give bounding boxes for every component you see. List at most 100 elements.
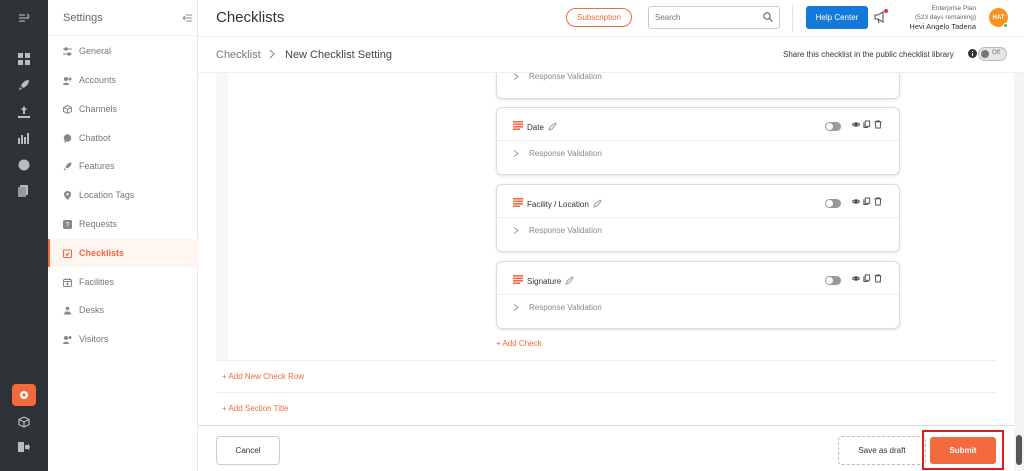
rocket-nav-icon[interactable]: [12, 75, 36, 95]
eye-icon[interactable]: [852, 120, 860, 129]
response-validation-label: Response Validation: [529, 149, 602, 158]
sidebar-item-channels[interactable]: Channels: [48, 95, 198, 123]
toggle-knob: [826, 123, 833, 130]
breadcrumb-current: New Checklist Setting: [285, 49, 392, 61]
cancel-button[interactable]: Cancel: [216, 436, 280, 465]
check-card-header: Facility / Location: [497, 185, 899, 218]
submit-button[interactable]: Submit: [930, 437, 996, 464]
check-card-signature: Signature Response Validation: [496, 261, 900, 329]
sidebar-item-checklists[interactable]: Checklists: [48, 239, 198, 267]
chevron-right-icon: [269, 49, 275, 59]
add-section-title-button[interactable]: + Add Section Title: [222, 404, 289, 413]
check-card-header: Date: [497, 108, 899, 141]
settings-sidebar: Settings General Accounts Channels Chatb…: [48, 0, 198, 471]
sidebar-item-general[interactable]: General: [48, 37, 198, 65]
breadcrumb-parent[interactable]: Checklist: [216, 49, 261, 61]
sidebar-item-label: Visitors: [79, 334, 109, 344]
response-validation-toggle[interactable]: Response Validation: [513, 226, 602, 235]
help-center-button[interactable]: Help Center: [806, 6, 868, 29]
sidebar-item-label: Accounts: [79, 75, 117, 85]
sidebar-item-label: Requests: [79, 219, 118, 229]
dashboard-icon[interactable]: [12, 49, 36, 69]
header-divider: [792, 4, 793, 33]
logout-icon[interactable]: [12, 437, 36, 457]
required-toggle[interactable]: [825, 199, 841, 208]
share-library-toggle[interactable]: Off: [978, 47, 1007, 61]
eye-icon[interactable]: [852, 274, 860, 283]
sidebar-item-label: Desks: [79, 305, 105, 315]
drag-handle-icon[interactable]: [513, 198, 523, 207]
plan-name: Enterprise Plan: [931, 5, 976, 12]
edit-pencil-icon[interactable]: [565, 276, 575, 285]
plan-remaining: (523 days remaining): [914, 14, 976, 21]
drag-handle-icon[interactable]: [513, 121, 523, 130]
analytics-icon[interactable]: [12, 128, 36, 148]
chevron-right-icon: [513, 73, 519, 80]
row-divider: [216, 392, 996, 393]
save-draft-button[interactable]: Save as draft: [838, 436, 926, 465]
app-rail: [0, 0, 48, 471]
sidebar-item-chatbot[interactable]: Chatbot: [48, 124, 198, 152]
response-validation-label: Response Validation: [529, 73, 602, 81]
user-name: Hevi Angelo Tadena: [909, 22, 976, 31]
required-toggle[interactable]: [825, 276, 841, 285]
check-card-header: Signature: [497, 262, 899, 295]
sidebar-item-location-tags[interactable]: Location Tags: [48, 181, 198, 209]
duplicate-icon[interactable]: [863, 197, 871, 206]
sidebar-item-facilities[interactable]: Facilities: [48, 268, 198, 296]
users-icon: [63, 76, 72, 85]
response-validation-toggle[interactable]: Response Validation: [513, 149, 602, 158]
trash-icon[interactable]: [874, 274, 882, 283]
calendar-icon: [63, 277, 72, 287]
checklist-editor: Response Validation Date Response Valida…: [198, 73, 1014, 425]
eye-icon[interactable]: [852, 197, 860, 206]
menu-expand-icon[interactable]: [12, 8, 36, 28]
chevron-right-icon: [513, 227, 519, 234]
visitors-icon: [63, 335, 72, 344]
documents-icon[interactable]: [12, 181, 36, 201]
search-icon[interactable]: [763, 12, 773, 22]
sidebar-item-label: Facilities: [79, 277, 115, 287]
info-icon[interactable]: [968, 49, 977, 58]
scrollbar-thumb[interactable]: [1016, 435, 1022, 465]
sidebar-header: Settings: [48, 0, 197, 36]
reports-icon[interactable]: [12, 102, 36, 122]
sidebar-item-features[interactable]: Features: [48, 152, 198, 180]
sidebar-item-visitors[interactable]: Visitors: [48, 325, 198, 353]
add-check-row-button[interactable]: + Add New Check Row: [222, 372, 304, 381]
chat-nav-icon[interactable]: [12, 155, 36, 175]
sidebar-item-label: Checklists: [79, 248, 125, 258]
search-input[interactable]: [648, 6, 780, 29]
sidebar-item-desks[interactable]: Desks: [48, 296, 198, 324]
check-card-date: Date Response Validation: [496, 107, 900, 175]
sidebar-item-accounts[interactable]: Accounts: [48, 66, 198, 94]
form-footer: Cancel Save as draft Submit: [198, 425, 1014, 471]
plan-info: Enterprise Plan (523 days remaining) Hev…: [909, 4, 976, 31]
response-validation-label: Response Validation: [529, 303, 602, 312]
chat-icon: [63, 133, 72, 143]
sidebar-item-label: Location Tags: [79, 190, 135, 200]
edit-pencil-icon[interactable]: [548, 122, 557, 131]
collapse-sidebar-icon[interactable]: [183, 13, 193, 23]
drag-handle-icon[interactable]: [513, 275, 523, 284]
check-title: Facility / Location: [527, 199, 602, 209]
pin-icon: [64, 190, 71, 200]
response-validation-toggle[interactable]: Response Validation: [513, 73, 602, 81]
sidebar-item-requests[interactable]: ? Requests: [48, 210, 198, 238]
trash-icon[interactable]: [874, 120, 882, 129]
scrollbar[interactable]: [1014, 73, 1024, 471]
duplicate-icon[interactable]: [863, 274, 871, 283]
submit-highlight-box: Submit: [922, 430, 1004, 470]
sidebar-item-label: Chatbot: [79, 133, 111, 143]
duplicate-icon[interactable]: [863, 120, 871, 129]
notification-dot: [884, 9, 888, 13]
add-check-button[interactable]: + Add Check: [496, 339, 542, 348]
required-toggle[interactable]: [825, 122, 841, 131]
subscription-button[interactable]: Subscription: [566, 8, 632, 27]
chevron-right-icon: [513, 150, 519, 157]
package-icon[interactable]: [12, 412, 36, 432]
trash-icon[interactable]: [874, 197, 882, 206]
response-validation-toggle[interactable]: Response Validation: [513, 303, 602, 312]
edit-pencil-icon[interactable]: [593, 199, 602, 208]
settings-gear-icon[interactable]: [12, 384, 36, 406]
